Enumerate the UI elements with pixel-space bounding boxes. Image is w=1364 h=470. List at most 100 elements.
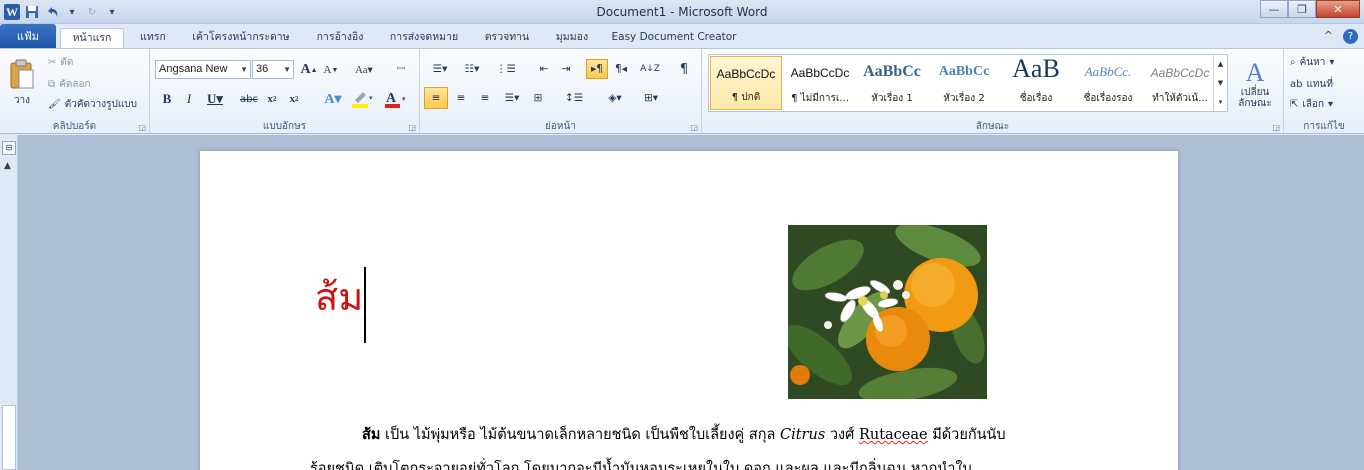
minimize-ribbon-icon[interactable]: ^	[1324, 29, 1333, 44]
change-styles-button[interactable]: A เปลี่ยน ลักษณะ	[1232, 53, 1278, 115]
change-case-icon[interactable]: Aa▾	[350, 61, 378, 79]
tab-easy-document-creator[interactable]: Easy Document Creator	[604, 28, 744, 48]
italic-icon[interactable]: I	[180, 89, 198, 109]
vertical-ruler[interactable]	[2, 405, 16, 470]
decrease-indent-icon[interactable]: ⇤	[534, 59, 554, 79]
tab-file[interactable]: แฟ้ม	[0, 24, 56, 48]
clipboard-group: วาง ✂ ตัด ⧉ คัดลอก 🖌 ตัวคัดวางรูปแบบ คลิ…	[0, 49, 150, 135]
bullets-icon[interactable]: ☰▾	[426, 59, 454, 79]
find-label: ค้นหา	[1299, 56, 1326, 68]
style-subtle-emphasis[interactable]: AaBbCcDc ทำให้ตัวเน้...	[1144, 56, 1216, 110]
style-name: ¶ ไม่มีการเ...	[791, 93, 849, 104]
copy-button[interactable]: ⧉ คัดลอก	[48, 75, 91, 93]
tab-view[interactable]: มุมมอง	[546, 28, 598, 48]
style-name: หัวเรื่อง 2	[943, 93, 985, 104]
style-normal[interactable]: AaBbCcDc ¶ ปกติ	[710, 56, 782, 110]
clipboard-group-label: คลิปบอร์ด	[52, 121, 97, 132]
cut-label: ตัด	[60, 56, 74, 68]
minimize-button[interactable]: —	[1260, 0, 1288, 18]
superscript-icon[interactable]: x2	[285, 89, 303, 109]
document-heading[interactable]: ส้ม	[315, 266, 363, 327]
underline-icon[interactable]: U▾	[202, 89, 228, 109]
style-sample: AaB	[1012, 54, 1060, 83]
style-sample: AaBbCcDc	[1150, 66, 1210, 80]
more-icon[interactable]: ▾	[1214, 92, 1227, 111]
select-button[interactable]: ⇱ เลือก ▾	[1290, 95, 1333, 113]
font-group-label: แบบอักษร	[262, 121, 307, 132]
shading-icon[interactable]: ◈▾	[600, 87, 630, 109]
clear-formatting-icon[interactable]: ꟷ	[390, 59, 412, 79]
multilevel-list-icon[interactable]: ⋮☰	[492, 59, 520, 79]
paragraph-text-2: วงศ์	[825, 427, 859, 443]
line-spacing-icon[interactable]: ↕☰	[560, 87, 588, 109]
ruler-toggle-icon[interactable]: ⊟	[2, 141, 16, 155]
orange-blossom-image[interactable]	[788, 225, 987, 399]
tab-home[interactable]: หน้าแรก	[60, 28, 124, 48]
scroll-up-icon[interactable]: ▲	[4, 161, 11, 171]
restore-button[interactable]: ❐	[1288, 0, 1316, 18]
subscript-icon[interactable]: x2	[263, 89, 281, 109]
show-formatting-icon[interactable]: ¶	[674, 59, 694, 79]
tab-references[interactable]: การอ้างอิง	[304, 28, 376, 48]
highlight-color-icon[interactable]: ▾	[348, 89, 376, 109]
align-left-icon[interactable]: ≡	[424, 87, 448, 109]
font-color-icon[interactable]: A ▾	[382, 89, 410, 109]
font-name-combo[interactable]: Angsana New ▼	[155, 60, 251, 79]
help-icon[interactable]: ?	[1343, 29, 1358, 44]
distributed-icon[interactable]: ⊞	[528, 87, 548, 109]
tab-mailings[interactable]: การส่งจดหมาย	[382, 28, 466, 48]
rtl-direction-icon[interactable]: ¶◂	[610, 59, 632, 79]
svg-text:▾: ▾	[369, 94, 373, 102]
borders-icon[interactable]: ⊞▾	[636, 87, 666, 109]
close-button[interactable]: ✕	[1316, 0, 1360, 18]
select-label: เลือก	[1302, 98, 1324, 110]
style-no-spacing[interactable]: AaBbCcDc ¶ ไม่มีการเ...	[784, 56, 856, 110]
find-button[interactable]: ⌕ ค้นหา ▾	[1290, 53, 1334, 71]
paste-button[interactable]: วาง	[6, 53, 38, 113]
align-center-icon[interactable]: ≡	[450, 87, 472, 109]
justify-icon[interactable]: ☰▾	[498, 87, 526, 109]
font-launcher-icon[interactable]: ◲	[408, 123, 416, 132]
paragraph-launcher-icon[interactable]: ◲	[690, 123, 698, 132]
styles-launcher-icon[interactable]: ◲	[1272, 123, 1280, 132]
scroll-up-icon[interactable]: ▲	[1214, 55, 1227, 74]
svg-text:▾: ▾	[402, 95, 406, 103]
style-heading-2[interactable]: AaBbCc หัวเรื่อง 2	[928, 56, 1000, 110]
format-painter-label: ตัวคัดวางรูปแบบ	[64, 98, 137, 110]
shrink-font-icon[interactable]: A ▼	[322, 61, 340, 79]
increase-indent-icon[interactable]: ⇥	[556, 59, 576, 79]
editing-group-label: การแก้ไข	[1303, 121, 1345, 132]
numbering-icon[interactable]: ☷▾	[458, 59, 486, 79]
change-styles-icon: A	[1245, 58, 1265, 87]
clipboard-launcher-icon[interactable]: ◲	[138, 123, 146, 132]
style-subtitle[interactable]: AaBbCc. ชื่อเรื่องรอง	[1072, 56, 1144, 110]
document-canvas: ส้ม ส้ม เป็น ไม้พุ่มหรือ ไม้ต้นขนาดเล็กห…	[18, 135, 1364, 470]
styles-group-label: ลักษณะ	[975, 121, 1010, 132]
align-right-icon[interactable]: ≡	[474, 87, 496, 109]
tab-page-layout[interactable]: เค้าโครงหน้ากระดาษ	[184, 28, 298, 48]
document-page[interactable]: ส้ม ส้ม เป็น ไม้พุ่มหรือ ไม้ต้นขนาดเล็กห…	[200, 151, 1178, 470]
grow-font-icon[interactable]: A ▲	[300, 61, 318, 79]
sort-icon[interactable]: A↓Z	[640, 59, 660, 79]
document-paragraph-line-2[interactable]: ร้อยชนิด เติบโตกระจายอยู่ทั่วโลก โดยมากจ…	[310, 457, 1070, 470]
font-size-combo[interactable]: 36 ▼	[252, 60, 294, 79]
tab-insert[interactable]: แทรก	[128, 28, 178, 48]
tab-review[interactable]: ตรวจทาน	[472, 28, 542, 48]
replace-button[interactable]: ab แทนที่	[1290, 75, 1333, 93]
document-paragraph[interactable]: ส้ม เป็น ไม้พุ่มหรือ ไม้ต้นขนาดเล็กหลายช…	[362, 423, 1062, 446]
style-heading-1[interactable]: AaBbCc หัวเรื่อง 1	[856, 56, 928, 110]
window-controls: — ❐ ✕	[1260, 0, 1360, 18]
bold-icon[interactable]: B	[158, 89, 176, 109]
strikethrough-icon[interactable]: abc	[238, 89, 260, 109]
scroll-down-icon[interactable]: ▼	[1214, 74, 1227, 93]
chevron-down-icon: ▼	[283, 65, 291, 74]
cut-button[interactable]: ✂ ตัด	[48, 53, 73, 71]
styles-scroll[interactable]: ▲ ▼ ▾	[1213, 55, 1227, 111]
paste-label: วาง	[13, 95, 31, 106]
format-painter-button[interactable]: 🖌 ตัวคัดวางรูปแบบ	[48, 95, 137, 113]
window-title: Document1 - Microsoft Word	[596, 5, 768, 19]
format-painter-icon: 🖌	[48, 98, 61, 110]
style-title[interactable]: AaB ชื่อเรื่อง	[1000, 54, 1072, 110]
ltr-direction-icon[interactable]: ▸¶	[586, 59, 608, 79]
text-effects-icon[interactable]: A▾	[320, 89, 346, 109]
